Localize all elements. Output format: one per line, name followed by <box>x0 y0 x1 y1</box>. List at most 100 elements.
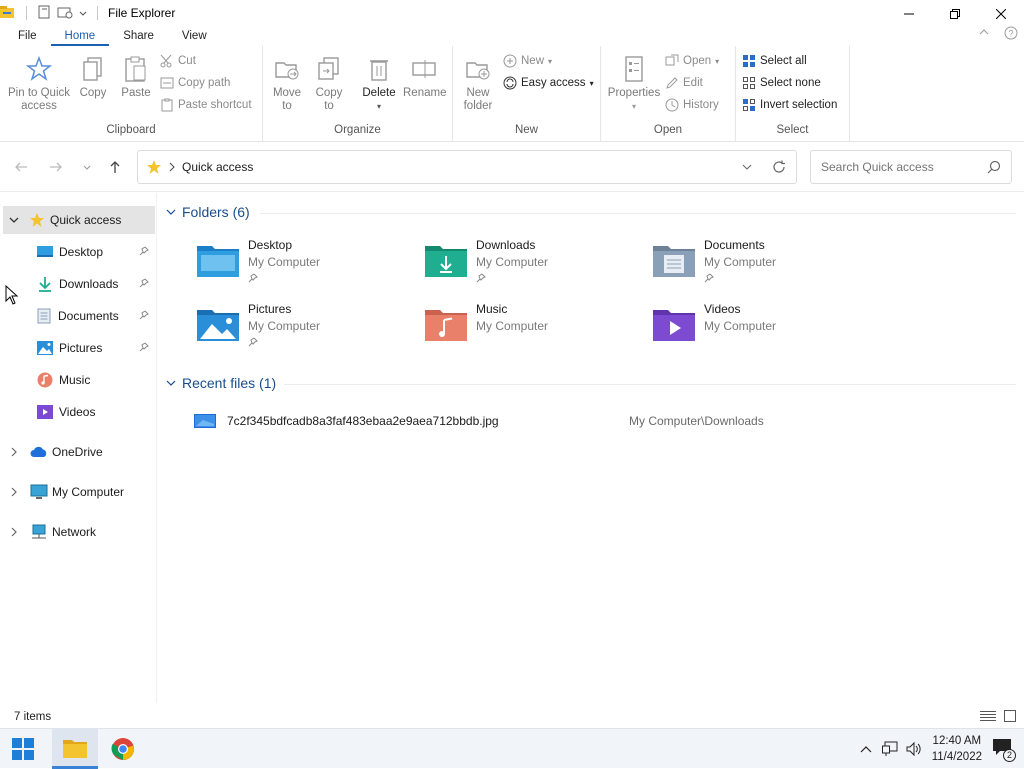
search-icon[interactable] <box>987 160 1001 174</box>
clock[interactable]: 12:40 AM 11/4/2022 <box>932 733 982 765</box>
quick-properties-icon[interactable] <box>37 5 51 22</box>
forward-button[interactable] <box>45 156 67 178</box>
collapse-ribbon-icon[interactable] <box>978 26 990 43</box>
new-folder-button[interactable]: New folder <box>459 54 497 113</box>
open-icon <box>665 54 679 66</box>
folder-tile-videos[interactable]: Videos My Computer <box>652 302 872 358</box>
minimize-button[interactable] <box>886 0 932 28</box>
new-item-button[interactable]: New ▾ <box>503 54 552 68</box>
search-box[interactable] <box>810 150 1012 184</box>
sidebar-item-desktop[interactable]: Desktop <box>0 238 155 266</box>
tab-file[interactable]: File <box>0 28 51 46</box>
folder-tile-desktop[interactable]: Desktop My Computer <box>196 238 416 294</box>
sidebar-item-music[interactable]: Music <box>0 366 155 394</box>
desktop-folder-icon <box>196 242 240 281</box>
search-input[interactable] <box>819 159 979 175</box>
folders-section-header[interactable]: Folders (6) <box>166 204 250 220</box>
system-tray: 12:40 AM 11/4/2022 2 <box>860 729 1024 769</box>
select-all-button[interactable]: Select all <box>742 54 807 68</box>
taskbar: 12:40 AM 11/4/2022 2 <box>0 728 1024 769</box>
folder-tile-pictures[interactable]: Pictures My Computer <box>196 302 416 358</box>
recent-files-section-header[interactable]: Recent files (1) <box>166 375 276 391</box>
organize-group-label: Organize <box>334 124 381 136</box>
invert-selection-button[interactable]: Invert selection <box>742 98 837 112</box>
navigation-pane: Quick access Desktop Downloads Documents… <box>0 193 157 703</box>
sidebar-item-quick-access[interactable]: Quick access <box>3 206 155 234</box>
pin-icon[interactable] <box>139 277 149 291</box>
properties-button[interactable]: Properties ▾ <box>605 54 663 113</box>
taskbar-file-explorer[interactable] <box>52 729 98 769</box>
sidebar-item-network[interactable]: Network <box>0 518 155 546</box>
paste-shortcut-button[interactable]: Paste shortcut <box>160 98 252 112</box>
tab-view[interactable]: View <box>168 28 221 46</box>
music-folder-icon <box>424 306 468 345</box>
expand-chevron-icon[interactable] <box>10 487 18 497</box>
move-to-button[interactable]: Move to <box>271 54 303 113</box>
paste-button[interactable]: Paste <box>118 54 154 100</box>
start-button[interactable] <box>0 729 46 769</box>
sidebar-item-my-computer[interactable]: My Computer <box>0 478 155 506</box>
copy-path-button[interactable]: Copy path <box>160 76 230 90</box>
refresh-icon[interactable] <box>772 160 786 174</box>
help-icon[interactable]: ? <box>1004 26 1018 43</box>
pin-icon[interactable] <box>139 245 149 259</box>
restore-button[interactable] <box>932 0 978 28</box>
large-icons-view-icon[interactable] <box>1004 710 1016 725</box>
copy-to-icon <box>318 57 339 80</box>
breadcrumb-quick-access[interactable]: Quick access <box>182 160 253 174</box>
pin-to-quick-access-button[interactable]: Pin to Quick access <box>6 54 72 113</box>
expand-chevron-icon[interactable] <box>10 527 18 537</box>
close-button[interactable] <box>978 0 1024 28</box>
clipboard-group: Pin to Quick access Copy Paste Cut Copy … <box>0 46 263 142</box>
folder-tile-music[interactable]: Music My Computer <box>424 302 644 358</box>
pin-icon[interactable] <box>139 309 149 323</box>
tab-home[interactable]: Home <box>50 28 110 46</box>
cut-button[interactable]: Cut <box>160 54 196 68</box>
taskbar-chrome[interactable] <box>100 729 146 769</box>
folder-tile-documents[interactable]: Documents My Computer <box>652 238 872 294</box>
open-group-label: Open <box>653 124 683 136</box>
file-explorer-app-icon[interactable] <box>0 4 16 23</box>
copy-button[interactable]: Copy <box>76 54 110 100</box>
select-none-button[interactable]: Select none <box>742 76 821 90</box>
breadcrumb-chevron-icon[interactable] <box>168 162 176 172</box>
sidebar-item-pictures[interactable]: Pictures <box>0 334 155 362</box>
back-button[interactable] <box>10 156 32 178</box>
rename-button[interactable]: Rename <box>403 54 446 100</box>
details-view-icon[interactable] <box>980 710 996 725</box>
downloads-folder-icon <box>424 242 468 281</box>
copy-to-button[interactable]: Copy to <box>313 54 345 113</box>
tab-share[interactable]: Share <box>109 28 168 46</box>
easy-access-icon <box>503 76 517 90</box>
address-bar[interactable]: Quick access <box>137 150 797 184</box>
sidebar-item-downloads[interactable]: Downloads <box>0 270 155 298</box>
select-none-icon <box>743 77 755 89</box>
svg-text:?: ? <box>1008 29 1013 39</box>
organize-group: Move to Copy to Delete ▾ Rename Organize <box>263 46 453 142</box>
folder-tile-downloads[interactable]: Downloads My Computer <box>424 238 644 294</box>
sidebar-item-onedrive[interactable]: OneDrive <box>0 438 155 466</box>
volume-icon[interactable] <box>906 741 922 757</box>
paste-icon <box>125 56 146 82</box>
up-button[interactable] <box>104 156 126 178</box>
list-item[interactable]: 7c2f345bdfcadb8a3faf483ebaa2e9aea712bbdb… <box>194 411 1014 431</box>
music-icon <box>37 372 53 388</box>
new-folder-quick-icon[interactable] <box>57 5 73 22</box>
history-button[interactable]: History <box>665 98 719 112</box>
easy-access-button[interactable]: Easy access ▾ <box>503 76 594 90</box>
network-status-icon[interactable] <box>881 741 898 757</box>
sidebar-item-documents[interactable]: Documents <box>0 302 155 330</box>
sidebar-item-videos[interactable]: Videos <box>0 398 155 426</box>
expand-chevron-icon[interactable] <box>10 447 18 457</box>
customize-toolbar-chevron-icon[interactable] <box>79 6 87 20</box>
address-history-chevron-icon[interactable] <box>742 163 752 171</box>
trash-icon <box>370 60 388 81</box>
expand-chevron-icon[interactable] <box>9 216 19 224</box>
recent-locations-button[interactable] <box>76 156 98 178</box>
show-hidden-icons-chevron-icon[interactable] <box>860 745 872 753</box>
edit-button[interactable]: Edit <box>665 76 703 90</box>
open-button[interactable]: Open ▾ <box>665 54 719 68</box>
pin-icon[interactable] <box>139 341 149 355</box>
delete-button[interactable]: Delete ▾ <box>359 54 399 113</box>
notification-center-button[interactable]: 2 <box>992 738 1016 762</box>
